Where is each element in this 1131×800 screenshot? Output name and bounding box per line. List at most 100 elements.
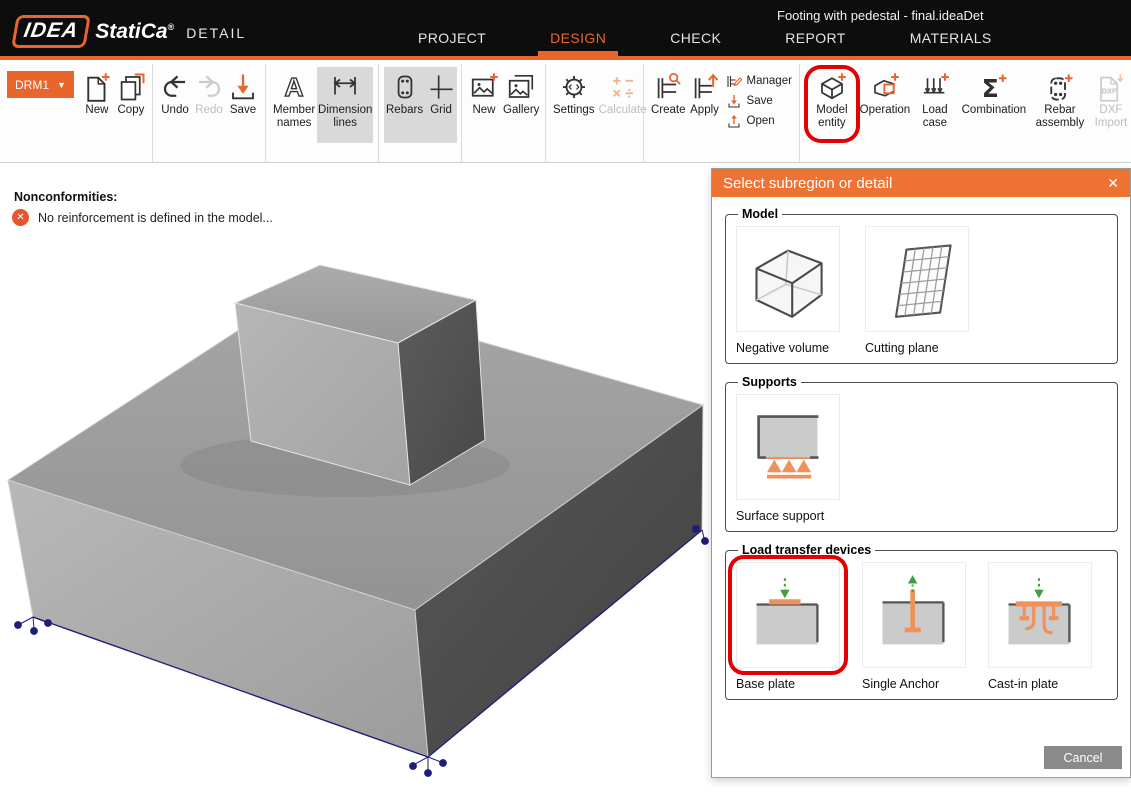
group-data: Undo Redo Save: [153, 64, 266, 162]
model-entity-button[interactable]: Model entity: [808, 67, 856, 143]
single-anchor-icon: [872, 573, 956, 657]
svg-text:Σ: Σ: [982, 74, 999, 102]
project-item-combo-value: DRM1: [15, 78, 49, 92]
tile-cutting-plane[interactable]: Cutting plane: [865, 226, 969, 355]
combination-button[interactable]: Σ Combination: [956, 67, 1032, 143]
chevron-down-icon: ▼: [57, 80, 66, 90]
save-icon: [228, 70, 258, 104]
idea-logo-icon: IDEA: [11, 15, 91, 48]
rebar-assembly-icon: [1045, 70, 1075, 104]
group-calculation: Settings Calculate: [546, 64, 644, 162]
template-save-button[interactable]: Save: [726, 92, 792, 110]
negative-volume-icon: [746, 237, 830, 321]
main-menu: PROJECT DESIGN CHECK REPORT MATERIALS: [406, 25, 1004, 56]
tile-single-anchor[interactable]: Single Anchor: [862, 562, 966, 691]
dimension-lines-icon: [330, 70, 360, 104]
template-open-button[interactable]: Open: [726, 112, 792, 130]
rebars-icon: [391, 70, 419, 104]
template-apply-button[interactable]: Apply: [688, 67, 722, 143]
save-down-arrow-icon: [726, 94, 742, 109]
operation-icon: [870, 70, 900, 104]
tile-base-plate[interactable]: Base plate: [736, 562, 840, 691]
redo-icon: [194, 70, 224, 104]
cast-in-plate-icon: [998, 573, 1082, 657]
model-entity-icon: [817, 70, 847, 104]
section-load-transfer-title: Load transfer devices: [738, 543, 875, 557]
gear-icon: [559, 70, 589, 104]
new-document-icon: [82, 70, 112, 104]
settings-button[interactable]: Settings: [551, 67, 597, 143]
save-button[interactable]: Save: [226, 67, 260, 143]
group-new: Model entity Operation Load case Σ Combi…: [800, 64, 1131, 162]
svg-text:DXF: DXF: [1102, 86, 1117, 95]
operation-button[interactable]: Operation: [856, 67, 914, 143]
calculate-button[interactable]: Calculate: [597, 67, 649, 143]
registered-mark: ®: [168, 22, 175, 32]
tab-check[interactable]: CHECK: [658, 25, 733, 56]
combination-sigma-icon: Σ: [979, 70, 1009, 104]
cancel-button[interactable]: Cancel: [1044, 746, 1122, 769]
tile-cast-in-plate[interactable]: Cast-in plate: [988, 562, 1092, 691]
tab-materials[interactable]: MATERIALS: [898, 25, 1004, 56]
footing-3d-model[interactable]: [0, 163, 711, 800]
app-logo: IDEA StatiCa® DETAIL: [14, 15, 246, 48]
rebar-assembly-button[interactable]: Rebar assembly: [1032, 67, 1088, 143]
svg-text:A: A: [285, 72, 304, 102]
dimension-lines-button[interactable]: Dimension lines: [317, 67, 373, 143]
window-title: Footing with pedestal - final.ideaDet: [777, 8, 984, 23]
support-node-front: [410, 757, 447, 776]
undo-icon: [160, 70, 190, 104]
new-picture-button[interactable]: New: [467, 67, 501, 143]
new-picture-icon: [469, 70, 499, 104]
dxf-import-button[interactable]: DXF DXF Import: [1088, 67, 1131, 143]
select-subregion-dialog: Select subregion or detail ✕ Model Negat…: [711, 168, 1131, 778]
template-create-button[interactable]: Create: [649, 67, 688, 143]
grid-icon: [427, 70, 455, 104]
section-supports-title: Supports: [738, 375, 801, 389]
tab-design[interactable]: DESIGN: [538, 25, 618, 56]
template-stack: Manager Save Open: [726, 72, 792, 130]
tab-report[interactable]: REPORT: [773, 25, 858, 56]
gallery-button[interactable]: Gallery: [501, 67, 541, 143]
dxf-import-icon: DXF: [1096, 70, 1126, 104]
logo-text: IDEA: [22, 19, 80, 43]
template-manager-button[interactable]: Manager: [726, 72, 792, 90]
section-model: Model Negative volume: [725, 207, 1118, 364]
redo-button[interactable]: Redo: [192, 67, 226, 143]
tile-surface-support[interactable]: Surface support: [736, 394, 840, 523]
load-case-icon: [920, 70, 950, 104]
close-icon[interactable]: ✕: [1107, 175, 1119, 192]
open-up-arrow-icon: [726, 114, 742, 129]
ribbon: DRM1 ▼ New Copy Undo Redo Save A Member …: [0, 64, 1131, 163]
template-create-icon: [653, 70, 683, 104]
letter-a-icon: A: [279, 70, 309, 104]
surface-support-icon: [746, 405, 830, 489]
brand-name: StatiCa®: [95, 20, 174, 44]
load-case-button[interactable]: Load case: [914, 67, 956, 143]
group-labels: A Member names Dimension lines: [266, 64, 379, 162]
group-draw: Rebars Grid: [379, 64, 462, 162]
dialog-header[interactable]: Select subregion or detail ✕: [712, 169, 1130, 197]
dialog-body: Model Negative volume: [712, 197, 1130, 700]
section-load-transfer-devices: Load transfer devices Base plate: [725, 543, 1118, 700]
dialog-title: Select subregion or detail: [723, 175, 892, 192]
undo-button[interactable]: Undo: [158, 67, 192, 143]
model-viewport[interactable]: Nonconformities: ✕ No reinforcement is d…: [0, 163, 711, 800]
new-project-item-button[interactable]: New: [80, 67, 114, 143]
project-item-combo[interactable]: DRM1 ▼: [7, 71, 74, 98]
group-pictures: New Gallery: [462, 64, 546, 162]
tile-negative-volume[interactable]: Negative volume: [736, 226, 840, 355]
rebars-button[interactable]: Rebars: [384, 67, 425, 143]
template-apply-icon: [690, 70, 720, 104]
grid-button[interactable]: Grid: [425, 67, 457, 143]
group-templates: Create Apply Manager Save Open: [644, 64, 800, 162]
module-name: DETAIL: [186, 25, 246, 41]
title-bar: IDEA StatiCa® DETAIL Footing with pedest…: [0, 0, 1131, 60]
group-project-items: DRM1 ▼ New Copy: [0, 64, 153, 162]
tab-project[interactable]: PROJECT: [406, 25, 498, 56]
copy-icon: [116, 70, 146, 104]
member-names-button[interactable]: A Member names: [271, 67, 317, 143]
section-supports: Supports: [725, 375, 1118, 532]
copy-button[interactable]: Copy: [114, 67, 148, 143]
cutting-plane-icon: [875, 237, 959, 321]
